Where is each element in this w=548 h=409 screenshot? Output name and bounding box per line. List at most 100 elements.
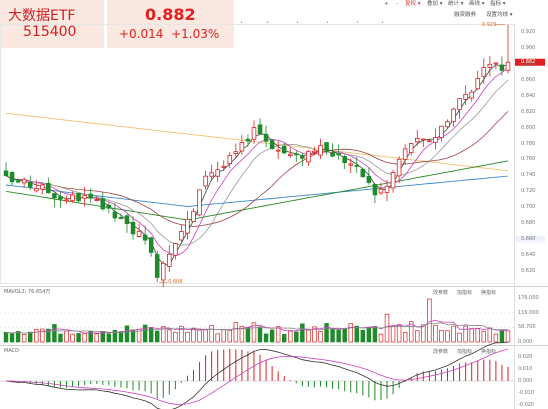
- candle-body: [233, 151, 239, 154]
- candle-body: [227, 155, 233, 165]
- candle-body: [215, 169, 220, 177]
- candle-body: [167, 253, 172, 267]
- volume-param-button[interactable]: 改参数: [433, 290, 448, 296]
- candle-body: [336, 153, 341, 156]
- candle-body: [70, 194, 75, 202]
- volume-bar: [21, 334, 27, 343]
- candle-body: [505, 61, 511, 71]
- volume-indicator-label: MAVOL2: 76.654万: [4, 289, 51, 295]
- candle-body: [324, 142, 329, 152]
- macd-axis-label: -0.010: [518, 390, 535, 396]
- candle-body: [499, 64, 505, 71]
- candle-body: [209, 172, 214, 177]
- candle-body: [257, 124, 263, 135]
- low-price-label: 0.606: [168, 279, 183, 286]
- volume-bar: [294, 331, 299, 343]
- candle-body: [287, 153, 293, 156]
- candle-body: [40, 184, 45, 190]
- candle-body: [203, 175, 208, 187]
- candle-body: [239, 142, 245, 152]
- candle-body: [46, 182, 51, 194]
- macd-axis-label: 0.020: [518, 354, 533, 360]
- candle-body: [439, 125, 444, 138]
- volume-bar: [3, 331, 9, 343]
- candle-body: [390, 172, 396, 189]
- macd-param-button[interactable]: 换指标: [481, 349, 496, 355]
- volume-ma10-line: [5, 322, 508, 334]
- candle-body: [475, 78, 481, 90]
- price-axis-label: 0.660: [521, 236, 536, 243]
- candle-body: [76, 193, 81, 202]
- candle-body: [15, 180, 21, 183]
- candle-body: [384, 185, 390, 193]
- candle-body: [487, 63, 493, 68]
- volume-axis-label: 176.000: [518, 295, 539, 301]
- price-axis-label: 0.760: [521, 156, 536, 163]
- volume-bar: [245, 326, 251, 343]
- kline-chart[interactable]: [0, 0, 548, 409]
- volume-axis-label: 0.000: [518, 339, 533, 345]
- volume-bar: [433, 324, 438, 343]
- candle-body: [27, 181, 33, 188]
- candle-body: [281, 145, 287, 154]
- volume-bar: [427, 298, 432, 343]
- candle-body: [3, 170, 9, 177]
- volume-bar: [154, 330, 160, 343]
- candle-body: [197, 189, 202, 216]
- volume-bar: [173, 331, 178, 343]
- price-axis-label: 0.800: [521, 124, 536, 131]
- macd-axis-label: 0.000: [518, 378, 533, 384]
- volume-bar: [142, 324, 148, 343]
- candle-body: [481, 67, 487, 77]
- volume-bar: [118, 331, 124, 343]
- candle-body: [154, 254, 160, 278]
- volume-bar: [324, 323, 329, 343]
- candle-body: [106, 204, 112, 209]
- candle-body: [421, 138, 426, 141]
- candle-body: [275, 149, 281, 152]
- candle-body: [100, 198, 106, 210]
- ma60-line: [5, 160, 509, 221]
- candle-body: [33, 188, 39, 192]
- candle-body: [221, 165, 227, 168]
- ma10-line: [5, 67, 509, 256]
- volume-bar: [64, 330, 69, 343]
- macd-axis-label: -0.020: [518, 402, 535, 408]
- volume-bar: [185, 331, 190, 343]
- candle-body: [318, 144, 323, 156]
- volume-bar: [203, 329, 208, 343]
- volume-bar: [390, 325, 396, 343]
- candle-body: [354, 164, 360, 167]
- candle-body: [342, 156, 347, 163]
- volume-bar: [372, 326, 378, 343]
- price-axis-label: 0.780: [521, 140, 536, 147]
- candle-body: [414, 137, 420, 143]
- candle-body: [263, 134, 269, 142]
- volume-bar: [457, 332, 462, 343]
- volume-bar: [469, 328, 474, 343]
- volume-bar: [106, 333, 112, 343]
- volume-bar: [402, 332, 408, 343]
- volume-bar: [257, 326, 263, 343]
- candle-body: [366, 176, 372, 183]
- volume-bar: [27, 331, 33, 343]
- volume-param-button[interactable]: 换指标: [481, 290, 496, 296]
- volume-bar: [463, 325, 468, 343]
- price-axis-label: 0.860: [521, 76, 536, 83]
- candle-body: [433, 137, 438, 143]
- ma250-line: [5, 112, 509, 172]
- candle-body: [312, 150, 317, 153]
- price-axis-label: 0.820: [521, 108, 536, 115]
- price-axis-label: 0.620: [521, 268, 536, 275]
- macd-param-button[interactable]: 改参数: [433, 349, 448, 355]
- volume-bar: [348, 323, 353, 343]
- macd-axis-label: 0.010: [518, 366, 533, 372]
- macd-param-button[interactable]: 加指标: [457, 349, 472, 355]
- volume-bar: [76, 333, 81, 343]
- volume-axis-label: 116.000: [518, 310, 539, 316]
- volume-bar: [475, 328, 480, 343]
- volume-bar: [34, 329, 39, 343]
- volume-param-button[interactable]: 加指标: [457, 290, 472, 296]
- candle-body: [330, 152, 335, 157]
- ma120-line: [5, 175, 509, 207]
